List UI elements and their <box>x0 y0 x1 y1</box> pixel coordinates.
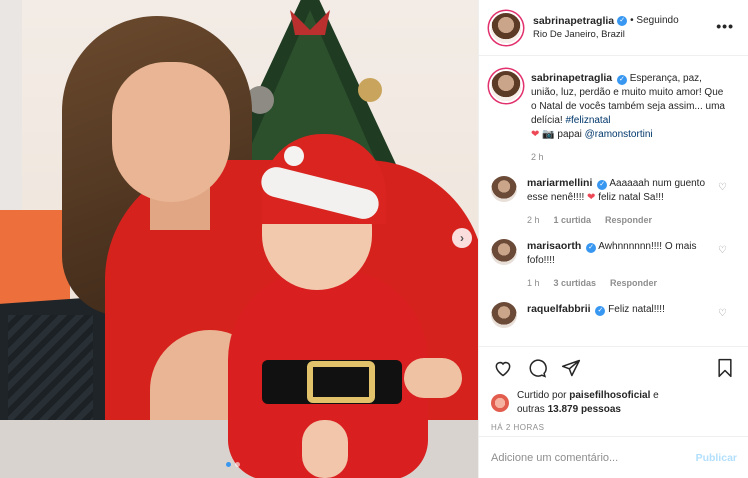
comment-item: raquelfabbrii ✓ Feliz natal!!!! ♡ <box>491 302 737 328</box>
comments-list[interactable]: sabrinapetraglia ✓ Esperança, paz, união… <box>479 57 748 345</box>
post-timestamp[interactable]: HÁ 2 HORAS <box>491 423 737 432</box>
comment-likes-count[interactable]: 1 curtida <box>554 213 592 227</box>
comment-likes-count[interactable]: 3 curtidas <box>554 276 597 290</box>
caption-username[interactable]: sabrinapetraglia <box>531 72 612 84</box>
publish-button[interactable]: Publicar <box>696 452 737 464</box>
more-options-icon[interactable]: ••• <box>716 18 734 34</box>
heart-icon <box>495 361 511 377</box>
comment-button[interactable] <box>525 356 549 380</box>
likes-middle: e <box>650 390 659 401</box>
author-info: sabrinapetraglia ✓ • Seguindo Rio De Jan… <box>533 14 679 42</box>
next-photo-button[interactable]: › <box>452 228 472 248</box>
comment-text: Feliz natal!!!! <box>608 304 665 315</box>
caption-hashtag[interactable]: #feliznatal <box>565 115 610 126</box>
comment-item: mariarmellini ✓ Aaaaaah num guento esse … <box>491 176 737 227</box>
comment-avatar[interactable] <box>491 302 517 328</box>
caption: sabrinapetraglia ✓ Esperança, paz, união… <box>491 71 737 164</box>
belt-buckle <box>307 361 375 403</box>
liker-username[interactable]: paisefilhosoficial <box>569 390 650 401</box>
post-photo[interactable]: › <box>0 0 478 478</box>
author-avatar[interactable] <box>491 12 521 43</box>
caption-text-part2: 📷 papai <box>539 129 585 140</box>
reply-button[interactable]: Responder <box>605 213 652 227</box>
gift-bag-pattern <box>8 315 93 425</box>
likes-line2-prefix: outras <box>517 404 548 415</box>
bookmark-icon <box>718 358 732 378</box>
likes-summary: Curtido por paisefilhosoficial e outras … <box>491 389 737 417</box>
like-button[interactable] <box>491 356 515 380</box>
post-header: sabrinapetraglia ✓ • Seguindo Rio De Jan… <box>479 0 748 56</box>
baby-foot <box>302 420 348 478</box>
comment-text-tail: feliz natal Sa!!! <box>595 192 664 203</box>
like-comment-heart-icon[interactable]: ♡ <box>718 245 727 256</box>
santa-hat-pompom <box>284 146 304 166</box>
comment-item: marisaorth ✓ Awhnnnnnn!!!! O mais fofo!!… <box>491 239 737 290</box>
comment-input[interactable] <box>491 451 696 464</box>
post-side-panel: sabrinapetraglia ✓ • Seguindo Rio De Jan… <box>478 0 748 478</box>
woman-face <box>112 62 230 202</box>
reply-button[interactable]: Responder <box>610 276 657 290</box>
post-location[interactable]: Rio De Janeiro, Brazil <box>533 28 679 42</box>
comment-avatar[interactable] <box>491 176 517 202</box>
liker-avatar[interactable] <box>491 394 509 412</box>
comment-age: 1 h <box>527 278 540 288</box>
save-button[interactable] <box>713 356 737 380</box>
chevron-right-icon: › <box>460 231 464 245</box>
comment-icon <box>529 359 547 378</box>
like-comment-heart-icon[interactable]: ♡ <box>718 308 727 319</box>
comment-username[interactable]: raquelfabbrii <box>527 303 591 315</box>
baby-hand <box>404 358 462 398</box>
add-comment-bar: Publicar <box>479 436 748 478</box>
carousel-dot-active <box>226 462 231 467</box>
share-icon <box>561 359 581 377</box>
likes-prefix: Curtido por <box>517 390 570 401</box>
verified-icon: ✓ <box>616 75 627 85</box>
comment-username[interactable]: marisaorth <box>527 240 581 252</box>
comment-username[interactable]: mariarmellini <box>527 177 592 189</box>
caption-avatar[interactable] <box>491 71 521 101</box>
author-username[interactable]: sabrinapetraglia <box>533 14 614 28</box>
caption-mention[interactable]: @ramonstortini <box>585 129 653 140</box>
verified-icon: ✓ <box>595 306 606 316</box>
verified-icon: ✓ <box>586 243 597 253</box>
verified-icon: ✓ <box>597 180 608 190</box>
share-button[interactable] <box>559 356 583 380</box>
carousel-dots <box>226 462 240 467</box>
verified-icon: ✓ <box>617 15 628 26</box>
carousel-dot <box>235 462 240 467</box>
comment-avatar[interactable] <box>491 239 517 265</box>
follow-status[interactable]: • Seguindo <box>630 14 679 28</box>
comment-age: 2 h <box>527 215 540 225</box>
caption-age: 2 h <box>531 152 544 162</box>
likes-count[interactable]: 13.879 pessoas <box>548 404 621 415</box>
post-actions: Curtido por paisefilhosoficial e outras … <box>479 346 748 432</box>
like-comment-heart-icon[interactable]: ♡ <box>718 182 727 193</box>
